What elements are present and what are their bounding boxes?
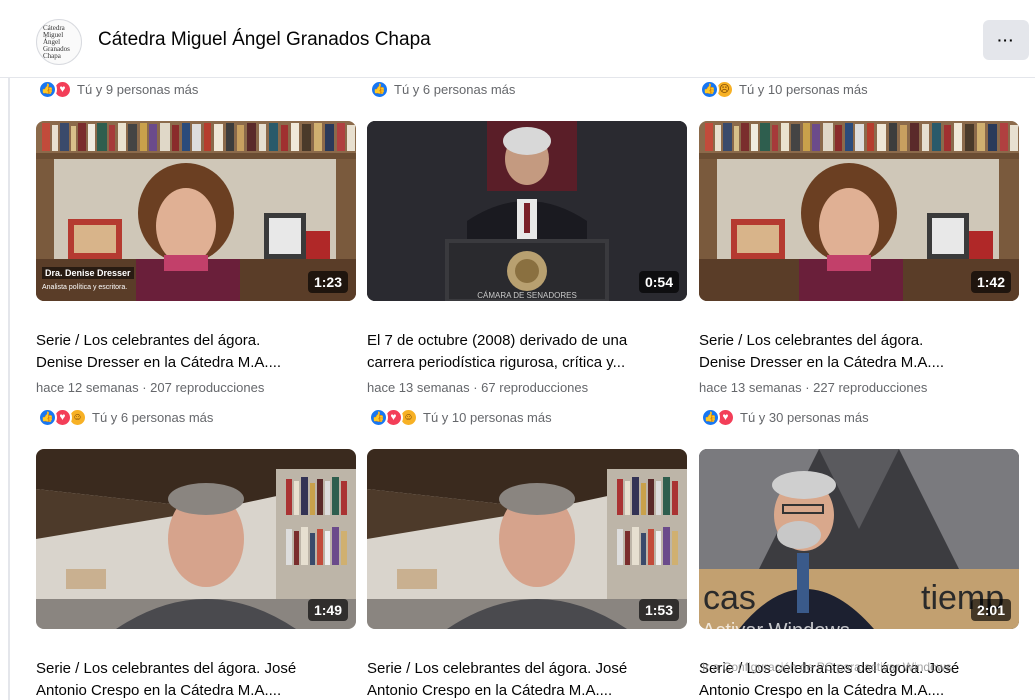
video-duration-badge: 1:23 <box>307 271 348 293</box>
activation-watermark-subtitle: Ir a Configuración de PC para activar Wi… <box>702 660 955 674</box>
video-title[interactable]: Serie / Los celebrantes del ágora. José … <box>36 658 366 700</box>
video-title[interactable]: Serie / Los celebrantes del ágora. Denis… <box>699 330 1029 374</box>
backdrop-text-left: cas <box>703 579 756 617</box>
video-title-line: Denise Dresser en la Cátedra M.A.... <box>36 354 282 371</box>
like-icon: 👍 <box>700 79 719 99</box>
video-thumbnail[interactable]: CÁMARA DE SENADORES 0:54 <box>367 121 687 301</box>
video-title-line: Serie / Los celebrantes del ágora. José <box>367 660 628 677</box>
video-meta: hace 13 semanas · 67 reproducciones <box>367 380 589 395</box>
video-title-line: Serie / Los celebrantes del ágora. <box>699 332 924 349</box>
video-title-line: carrera periodística rigurosa, crítica y… <box>367 354 626 371</box>
video-title-line: Antonio Crespo en la Cátedra M.A.... <box>36 682 282 699</box>
reactions-text: Tú y 6 personas más <box>394 81 516 97</box>
video-thumbnail[interactable]: 1:42 <box>699 121 1019 301</box>
video-duration-badge: 1:49 <box>307 599 348 621</box>
video-title-line: El 7 de octubre (2008) derivado de una <box>367 332 628 349</box>
video-title-line: Serie / Los celebrantes del ágora. <box>36 332 261 349</box>
reactions-text: Tú y 6 personas más <box>92 409 214 425</box>
reactions-summary[interactable]: 👍 ♥ ☺ Tú y 10 personas más <box>369 407 552 427</box>
video-thumbnail[interactable]: cas tiemp 2:01 <box>699 449 1019 629</box>
reactions-summary[interactable]: 👍 ☹ Tú y 10 personas más <box>700 79 868 99</box>
page-header: Cátedra Miguel Ángel Granados Chapa Cáte… <box>0 0 1035 78</box>
reactions-summary[interactable]: 👍 ♥ ☺ Tú y 6 personas más <box>38 407 213 427</box>
video-thumbnail[interactable]: 1:53 <box>367 449 687 629</box>
like-icon: 👍 <box>38 79 57 99</box>
like-icon: 👍 <box>38 407 57 427</box>
video-meta: hace 12 semanas · 207 reproducciones <box>36 380 265 395</box>
video-duration-badge: 2:01 <box>970 599 1011 621</box>
left-divider <box>8 78 10 700</box>
speaker-role-overlay: Analista política y escritora. <box>42 284 128 291</box>
video-title[interactable]: El 7 de octubre (2008) derivado de una c… <box>367 330 697 374</box>
video-title-line: Serie / Los celebrantes del ágora. José <box>36 660 297 677</box>
podium-text: CÁMARA DE SENADORES <box>477 291 577 300</box>
video-duration-badge: 1:53 <box>638 599 679 621</box>
video-title-line: Antonio Crespo en la Cátedra M.A.... <box>367 682 613 699</box>
reactions-summary[interactable]: 👍 ♥ Tú y 30 personas más <box>701 407 869 427</box>
like-icon: 👍 <box>369 407 388 427</box>
video-title-line: Antonio Crespo en la Cátedra M.A.... <box>699 682 945 699</box>
video-duration-badge: 1:42 <box>970 271 1011 293</box>
speaker-name-overlay: Dra. Denise Dresser <box>42 267 134 279</box>
page-logo[interactable]: Cátedra Miguel Ángel Granados Chapa <box>36 19 82 65</box>
more-options-button[interactable]: ··· <box>983 20 1029 60</box>
video-thumbnail[interactable]: 1:49 <box>36 449 356 629</box>
reactions-text: Tú y 9 personas más <box>77 81 199 97</box>
video-title-line: Denise Dresser en la Cátedra M.A.... <box>699 354 945 371</box>
page-title[interactable]: Cátedra Miguel Ángel Granados Chapa <box>98 29 431 51</box>
like-icon: 👍 <box>701 407 720 427</box>
reactions-text: Tú y 10 personas más <box>739 81 868 97</box>
like-icon: 👍 <box>370 79 389 99</box>
video-title[interactable]: Serie / Los celebrantes del ágora. José … <box>367 658 697 700</box>
video-thumbnail[interactable]: Dra. Denise Dresser Analista política y … <box>36 121 356 301</box>
video-duration-badge: 0:54 <box>638 271 679 293</box>
video-title[interactable]: Serie / Los celebrantes del ágora. Denis… <box>36 330 366 374</box>
reactions-text: Tú y 30 personas más <box>740 409 869 425</box>
activation-watermark-title: Activar Windows <box>702 620 850 642</box>
video-meta: hace 13 semanas · 227 reproducciones <box>699 380 928 395</box>
reactions-summary[interactable]: 👍 Tú y 6 personas más <box>370 79 515 99</box>
reactions-text: Tú y 10 personas más <box>423 409 552 425</box>
reactions-summary[interactable]: 👍 ♥ Tú y 9 personas más <box>38 79 198 99</box>
